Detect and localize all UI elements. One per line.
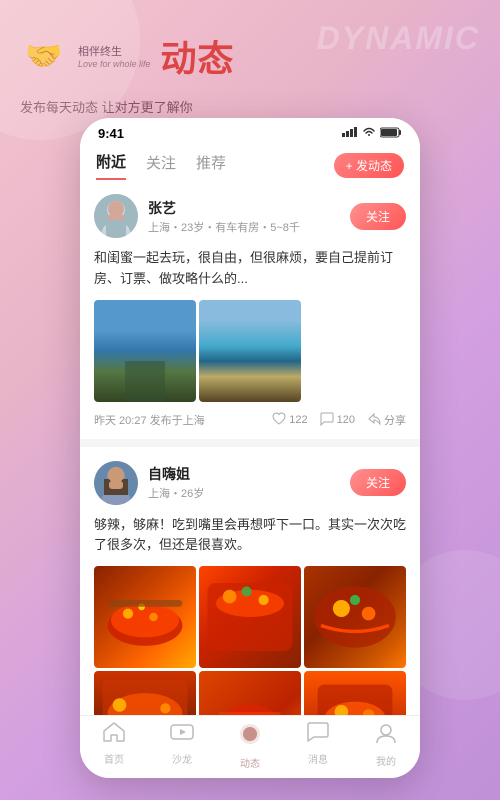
nav-item-dynamic[interactable]: 动态 [216, 722, 284, 770]
nav-item-salon[interactable]: 沙龙 [148, 722, 216, 770]
post-text-2: 够辣，够麻！吃到嘴里会再想呼下一口。其实一次次吃了很多次，但还是很喜欢。 [94, 515, 406, 557]
img-grid-1 [94, 300, 406, 402]
user-meta-2: 上海・26岁 [148, 485, 350, 501]
comment-action-1[interactable]: 120 [320, 412, 355, 429]
battery-icon [380, 127, 402, 141]
nav-label-salon: 沙龙 [172, 751, 192, 766]
post-text-1: 和闺蜜一起去玩，很自由，但很麻烦，要自己提前订房、订票、做攻略什么的... [94, 248, 406, 290]
post-image-2-2 [199, 566, 301, 668]
img-grid-2 [94, 566, 406, 715]
post-image-2-4 [94, 671, 196, 715]
status-bar: 9:41 [80, 118, 420, 145]
avatar-2 [94, 461, 138, 505]
status-icons [342, 127, 402, 141]
comment-count-1: 120 [337, 414, 355, 426]
tab-recommend[interactable]: 推荐 [196, 152, 226, 179]
user-row-1: 张艺 上海・23岁・有车有房・5~8千 关注 [94, 194, 406, 238]
logo-text: 相伴终生 Love for whole life [78, 43, 151, 69]
nav-item-message[interactable]: 消息 [284, 722, 352, 770]
nav-item-mine[interactable]: 我的 [352, 722, 420, 770]
user-name-2: 自嗨姐 [148, 464, 350, 484]
share-label-1: 分享 [384, 412, 406, 428]
post-button[interactable]: + 发动态 [334, 153, 404, 178]
home-icon [103, 722, 125, 748]
post-image-2-3 [304, 566, 406, 668]
mine-icon [375, 722, 397, 750]
phone-container: 9:41 附近 关注 推荐 + 发动态 [80, 118, 420, 778]
dynamic-icon [238, 722, 262, 752]
user-info-2: 自嗨姐 上海・26岁 [148, 464, 350, 501]
nav-label-dynamic: 动态 [240, 755, 260, 770]
post-card-1: 张艺 上海・23岁・有车有房・5~8千 关注 和闺蜜一起去玩，很自由，但很麻烦，… [80, 180, 420, 439]
share-action-1[interactable]: 分享 [367, 412, 406, 429]
avatar-1 [94, 194, 138, 238]
tab-nearby[interactable]: 附近 [96, 151, 126, 180]
like-action-1[interactable]: 122 [272, 412, 307, 429]
logo-icon: 🤝 [20, 31, 70, 81]
user-name-1: 张艺 [148, 198, 350, 218]
message-icon [307, 722, 329, 748]
logo-area: 🤝 相伴终生 Love for whole life [20, 31, 151, 81]
user-info-1: 张艺 上海・23岁・有车有房・5~8千 [148, 198, 350, 235]
header-title: 动态 [161, 30, 235, 82]
post-image-1-1 [94, 300, 196, 402]
user-meta-1: 上海・23岁・有车有房・5~8千 [148, 219, 350, 235]
nav-label-mine: 我的 [376, 753, 396, 768]
nav-tabs: 附近 关注 推荐 + 发动态 [80, 145, 420, 180]
svg-text:🤝: 🤝 [25, 40, 62, 73]
nav-item-home[interactable]: 首页 [80, 722, 148, 770]
post-image-1-2 [199, 300, 301, 402]
nav-label-message: 消息 [308, 751, 328, 766]
follow-btn-1[interactable]: 关注 [350, 203, 406, 230]
post-image-1-3 [304, 300, 406, 402]
user-row-2: 自嗨姐 上海・26岁 关注 [94, 461, 406, 505]
signal-icon [342, 127, 358, 140]
app-header: 🤝 相伴终生 Love for whole life 动态 DYNAMIC [0, 0, 500, 97]
like-icon-1 [272, 412, 286, 429]
salon-icon [170, 722, 194, 748]
like-count-1: 122 [289, 414, 307, 426]
bottom-nav: 首页 沙龙 动态 消息 我 [80, 715, 420, 778]
post-time-1: 昨天 20:27 发布于上海 [94, 412, 272, 428]
follow-btn-2[interactable]: 关注 [350, 469, 406, 496]
header-watermark: DYNAMIC [317, 20, 480, 57]
wifi-icon [362, 127, 376, 140]
share-icon-1 [367, 412, 381, 429]
feed-scroll[interactable]: 张艺 上海・23岁・有车有房・5~8千 关注 和闺蜜一起去玩，很自由，但很麻烦，… [80, 180, 420, 715]
comment-icon-1 [320, 412, 334, 429]
post-actions-1: 122 120 分享 [272, 412, 406, 429]
post-image-2-6 [304, 671, 406, 715]
post-card-2: 自嗨姐 上海・26岁 关注 够辣，够麻！吃到嘴里会再想呼下一口。其实一次次吃了很… [80, 447, 420, 715]
nav-label-home: 首页 [104, 751, 124, 766]
logo-cn: 相伴终生 [78, 43, 151, 59]
post-image-2-1 [94, 566, 196, 668]
post-footer-1: 昨天 20:27 发布于上海 122 120 [94, 412, 406, 429]
post-image-2-5 [199, 671, 301, 715]
status-time: 9:41 [98, 126, 124, 141]
logo-en: Love for whole life [78, 59, 151, 69]
tab-follow[interactable]: 关注 [146, 152, 176, 179]
